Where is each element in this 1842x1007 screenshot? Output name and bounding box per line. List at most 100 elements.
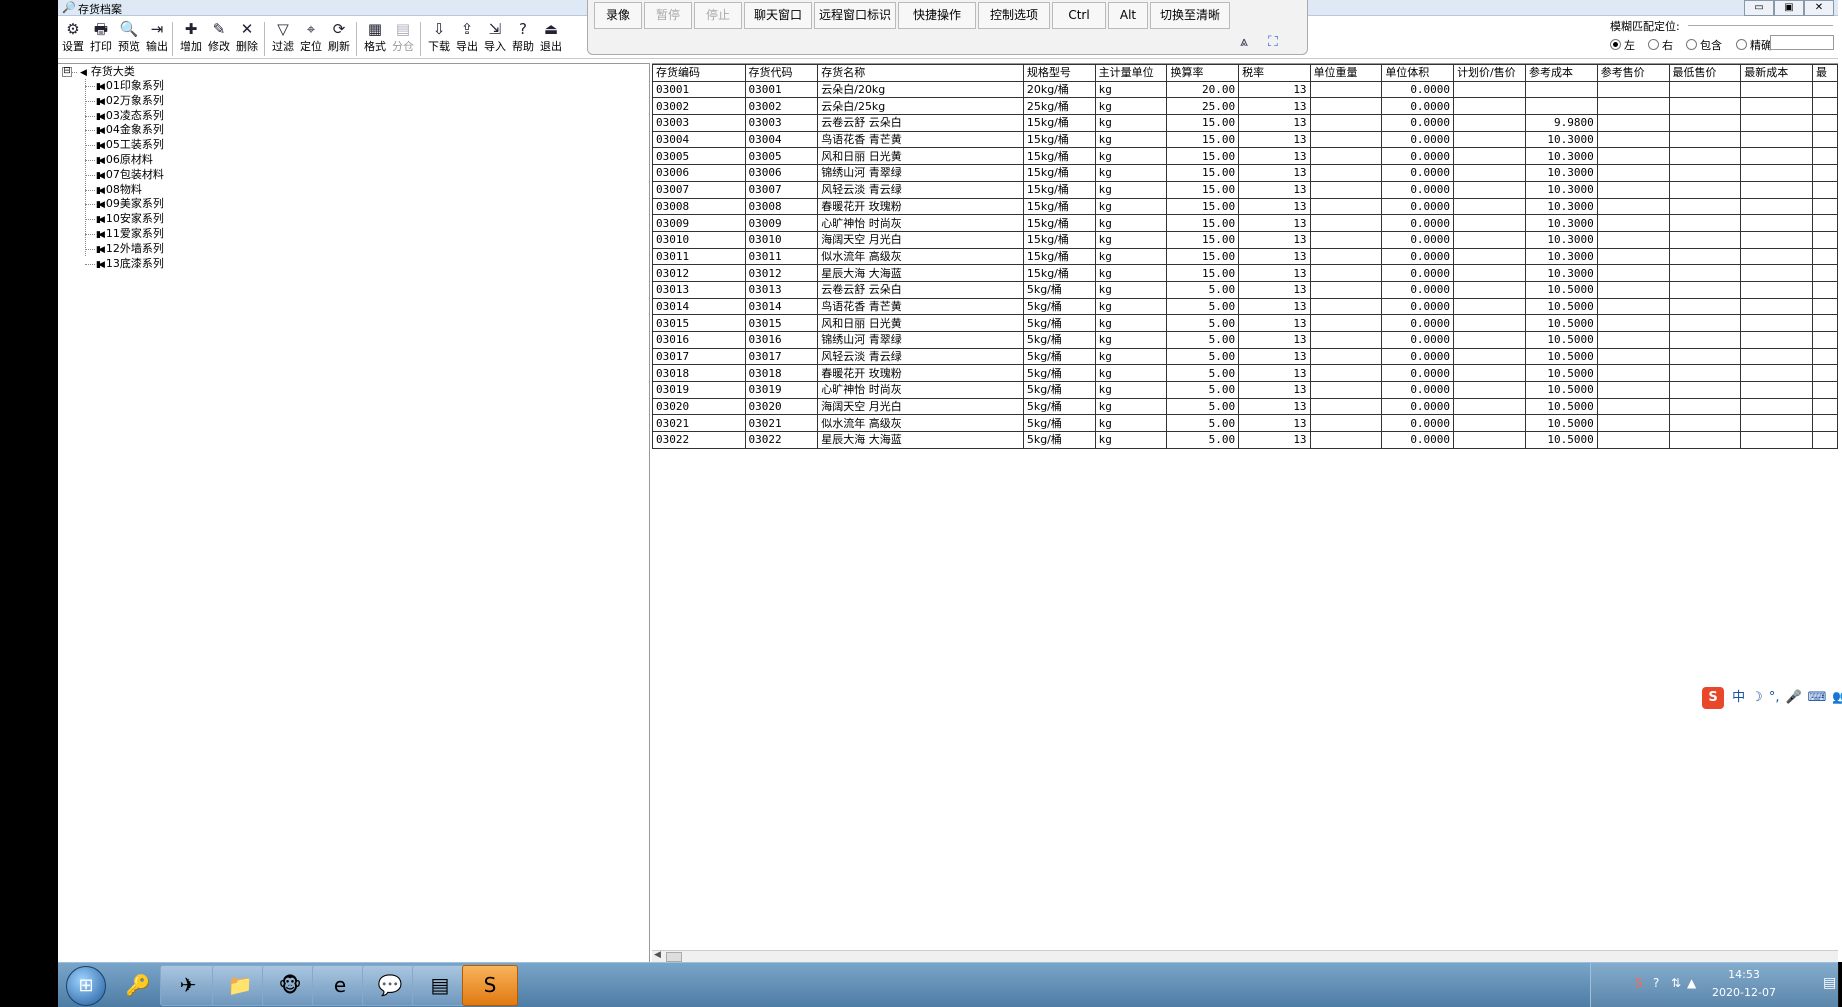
table-cell[interactable] — [1309, 197, 1383, 216]
table-cell[interactable] — [1668, 280, 1742, 299]
table-cell[interactable]: 13 — [1238, 147, 1311, 166]
table-cell[interactable] — [1668, 331, 1742, 349]
table-cell[interactable] — [1453, 414, 1526, 433]
table-cell[interactable] — [1740, 80, 1814, 99]
column-header[interactable]: 换算率 — [1166, 64, 1240, 82]
sogou-tray-icon[interactable]: S — [1635, 976, 1643, 990]
table-cell[interactable]: 5kg/桶 — [1022, 297, 1096, 316]
table-cell[interactable] — [1812, 347, 1838, 366]
table-cell[interactable] — [1668, 147, 1742, 166]
table-cell[interactable] — [1596, 431, 1670, 449]
table-cell[interactable] — [1309, 164, 1383, 182]
table-row[interactable]: 03013 03013 云卷云舒 云朵白 5kg/桶 kg 5.00 13 0.0000 10.… — [652, 280, 1838, 299]
table-cell[interactable]: 13 — [1238, 297, 1311, 316]
table-cell[interactable]: 13 — [1238, 197, 1311, 216]
table-cell[interactable]: 风和日丽 日光黄 — [817, 147, 1024, 166]
table-cell[interactable]: 03006 — [652, 164, 746, 182]
table-cell[interactable] — [1812, 214, 1838, 232]
table-row[interactable]: 03005 03005 风和日丽 日光黄 15kg/桶 kg 15.00 13 0.0000 1… — [652, 147, 1838, 166]
table-cell[interactable]: kg — [1094, 247, 1168, 266]
table-cell[interactable]: 13 — [1238, 247, 1311, 266]
table-cell[interactable]: 5kg/桶 — [1022, 280, 1096, 299]
toolbar-button[interactable]: 🖶 打印 — [88, 20, 114, 56]
table-cell[interactable]: kg — [1094, 431, 1168, 449]
table-cell[interactable] — [1309, 230, 1383, 249]
table-cell[interactable]: 似水流年 高级灰 — [817, 414, 1024, 433]
table-cell[interactable]: 星辰大海 大海蓝 — [817, 264, 1024, 282]
table-cell[interactable]: 15.00 — [1166, 114, 1240, 132]
table-cell[interactable] — [1453, 164, 1526, 182]
table-cell[interactable] — [1668, 381, 1742, 399]
table-cell[interactable] — [1453, 397, 1526, 416]
table-cell[interactable]: 25.00 — [1166, 97, 1240, 116]
table-cell[interactable] — [1668, 80, 1742, 99]
collapse-bar-icon[interactable]: ⩓ — [1240, 34, 1248, 50]
table-cell[interactable] — [1596, 381, 1670, 399]
remote-bar-button[interactable]: Alt — [1108, 2, 1148, 29]
toolbar-button[interactable]: ⇥ 输出 — [144, 20, 170, 56]
table-cell[interactable]: 15kg/桶 — [1022, 114, 1096, 132]
table-cell[interactable]: 鸟语花香 青芒黄 — [817, 297, 1024, 316]
table-cell[interactable]: 10.3000 — [1524, 264, 1598, 282]
table-cell[interactable] — [1812, 180, 1838, 199]
start-button[interactable]: ⊞ — [66, 966, 106, 1006]
table-cell[interactable]: 10.3000 — [1524, 197, 1598, 216]
table-cell[interactable] — [1740, 364, 1814, 383]
table-cell[interactable] — [1309, 97, 1383, 116]
radio-left[interactable]: 左 — [1610, 37, 1635, 53]
table-row[interactable]: 03012 03012 星辰大海 大海蓝 15kg/桶 kg 15.00 13 0.0000 1… — [652, 264, 1838, 282]
table-row[interactable]: 03016 03016 锦绣山河 青翠绿 5kg/桶 kg 5.00 13 0.0000 10.… — [652, 331, 1838, 349]
clock-date[interactable]: 2020-12-07 — [1701, 986, 1787, 999]
table-cell[interactable] — [1453, 130, 1526, 149]
table-cell[interactable]: 云卷云舒 云朵白 — [817, 280, 1024, 299]
ime-users-icon[interactable]: 👥 — [1832, 690, 1842, 705]
table-cell[interactable]: 海阔天空 月光白 — [817, 397, 1024, 416]
toolbar-button[interactable]: ✎ 修改 — [206, 20, 232, 56]
table-cell[interactable]: 10.5000 — [1524, 297, 1598, 316]
table-cell[interactable]: 13 — [1238, 314, 1311, 332]
table-cell[interactable]: 春暖花开 玫瑰粉 — [817, 364, 1024, 383]
table-cell[interactable]: 海阔天空 月光白 — [817, 230, 1024, 249]
table-cell[interactable]: 13 — [1238, 180, 1311, 199]
table-cell[interactable] — [1596, 180, 1670, 199]
table-cell[interactable] — [1812, 247, 1838, 266]
table-cell[interactable] — [1453, 280, 1526, 299]
table-cell[interactable]: 似水流年 高级灰 — [817, 247, 1024, 266]
table-cell[interactable]: 10.3000 — [1524, 214, 1598, 232]
table-cell[interactable]: 13 — [1238, 214, 1311, 232]
table-cell[interactable] — [1740, 314, 1814, 332]
remote-bar-button[interactable]: 控制选项 — [978, 2, 1050, 29]
table-cell[interactable]: kg — [1094, 114, 1168, 132]
table-cell[interactable]: 10.5000 — [1524, 331, 1598, 349]
maximize-button[interactable]: ▣ — [1774, 0, 1804, 16]
table-cell[interactable]: 03007 — [652, 180, 746, 199]
table-cell[interactable] — [1453, 147, 1526, 166]
table-cell[interactable]: 10.3000 — [1524, 180, 1598, 199]
table-cell[interactable]: 0.0000 — [1381, 164, 1455, 182]
table-cell[interactable]: 0.0000 — [1381, 80, 1455, 99]
table-cell[interactable] — [1596, 147, 1670, 166]
table-cell[interactable] — [1596, 414, 1670, 433]
table-cell[interactable] — [1740, 114, 1814, 132]
table-cell[interactable] — [1309, 80, 1383, 99]
table-cell[interactable]: 15kg/桶 — [1022, 214, 1096, 232]
column-header[interactable]: 存货名称 — [817, 64, 1024, 82]
table-cell[interactable] — [1668, 431, 1742, 449]
table-cell[interactable]: 5.00 — [1166, 314, 1240, 332]
remote-bar-button[interactable]: Ctrl — [1052, 2, 1106, 29]
table-cell[interactable]: 03017 — [652, 347, 746, 366]
table-cell[interactable] — [1812, 314, 1838, 332]
table-cell[interactable]: 03015 — [652, 314, 746, 332]
toolbar-button[interactable]: ▦ 格式 — [362, 20, 388, 56]
table-cell[interactable]: 0.0000 — [1381, 314, 1455, 332]
table-cell[interactable]: kg — [1094, 214, 1168, 232]
table-cell[interactable] — [1668, 247, 1742, 266]
table-cell[interactable]: 0.0000 — [1381, 97, 1455, 116]
table-cell[interactable] — [1812, 230, 1838, 249]
toolbar-button[interactable]: ✕ 删除 — [234, 20, 260, 56]
tree-node[interactable]: ▮◀ 10安家系列 — [96, 212, 164, 226]
table-cell[interactable]: kg — [1094, 97, 1168, 116]
table-row[interactable]: 03019 03019 心旷神怡 时尚灰 5kg/桶 kg 5.00 13 0.0000 10.… — [652, 381, 1838, 399]
table-cell[interactable] — [1740, 431, 1814, 449]
table-cell[interactable]: 5kg/桶 — [1022, 431, 1096, 449]
